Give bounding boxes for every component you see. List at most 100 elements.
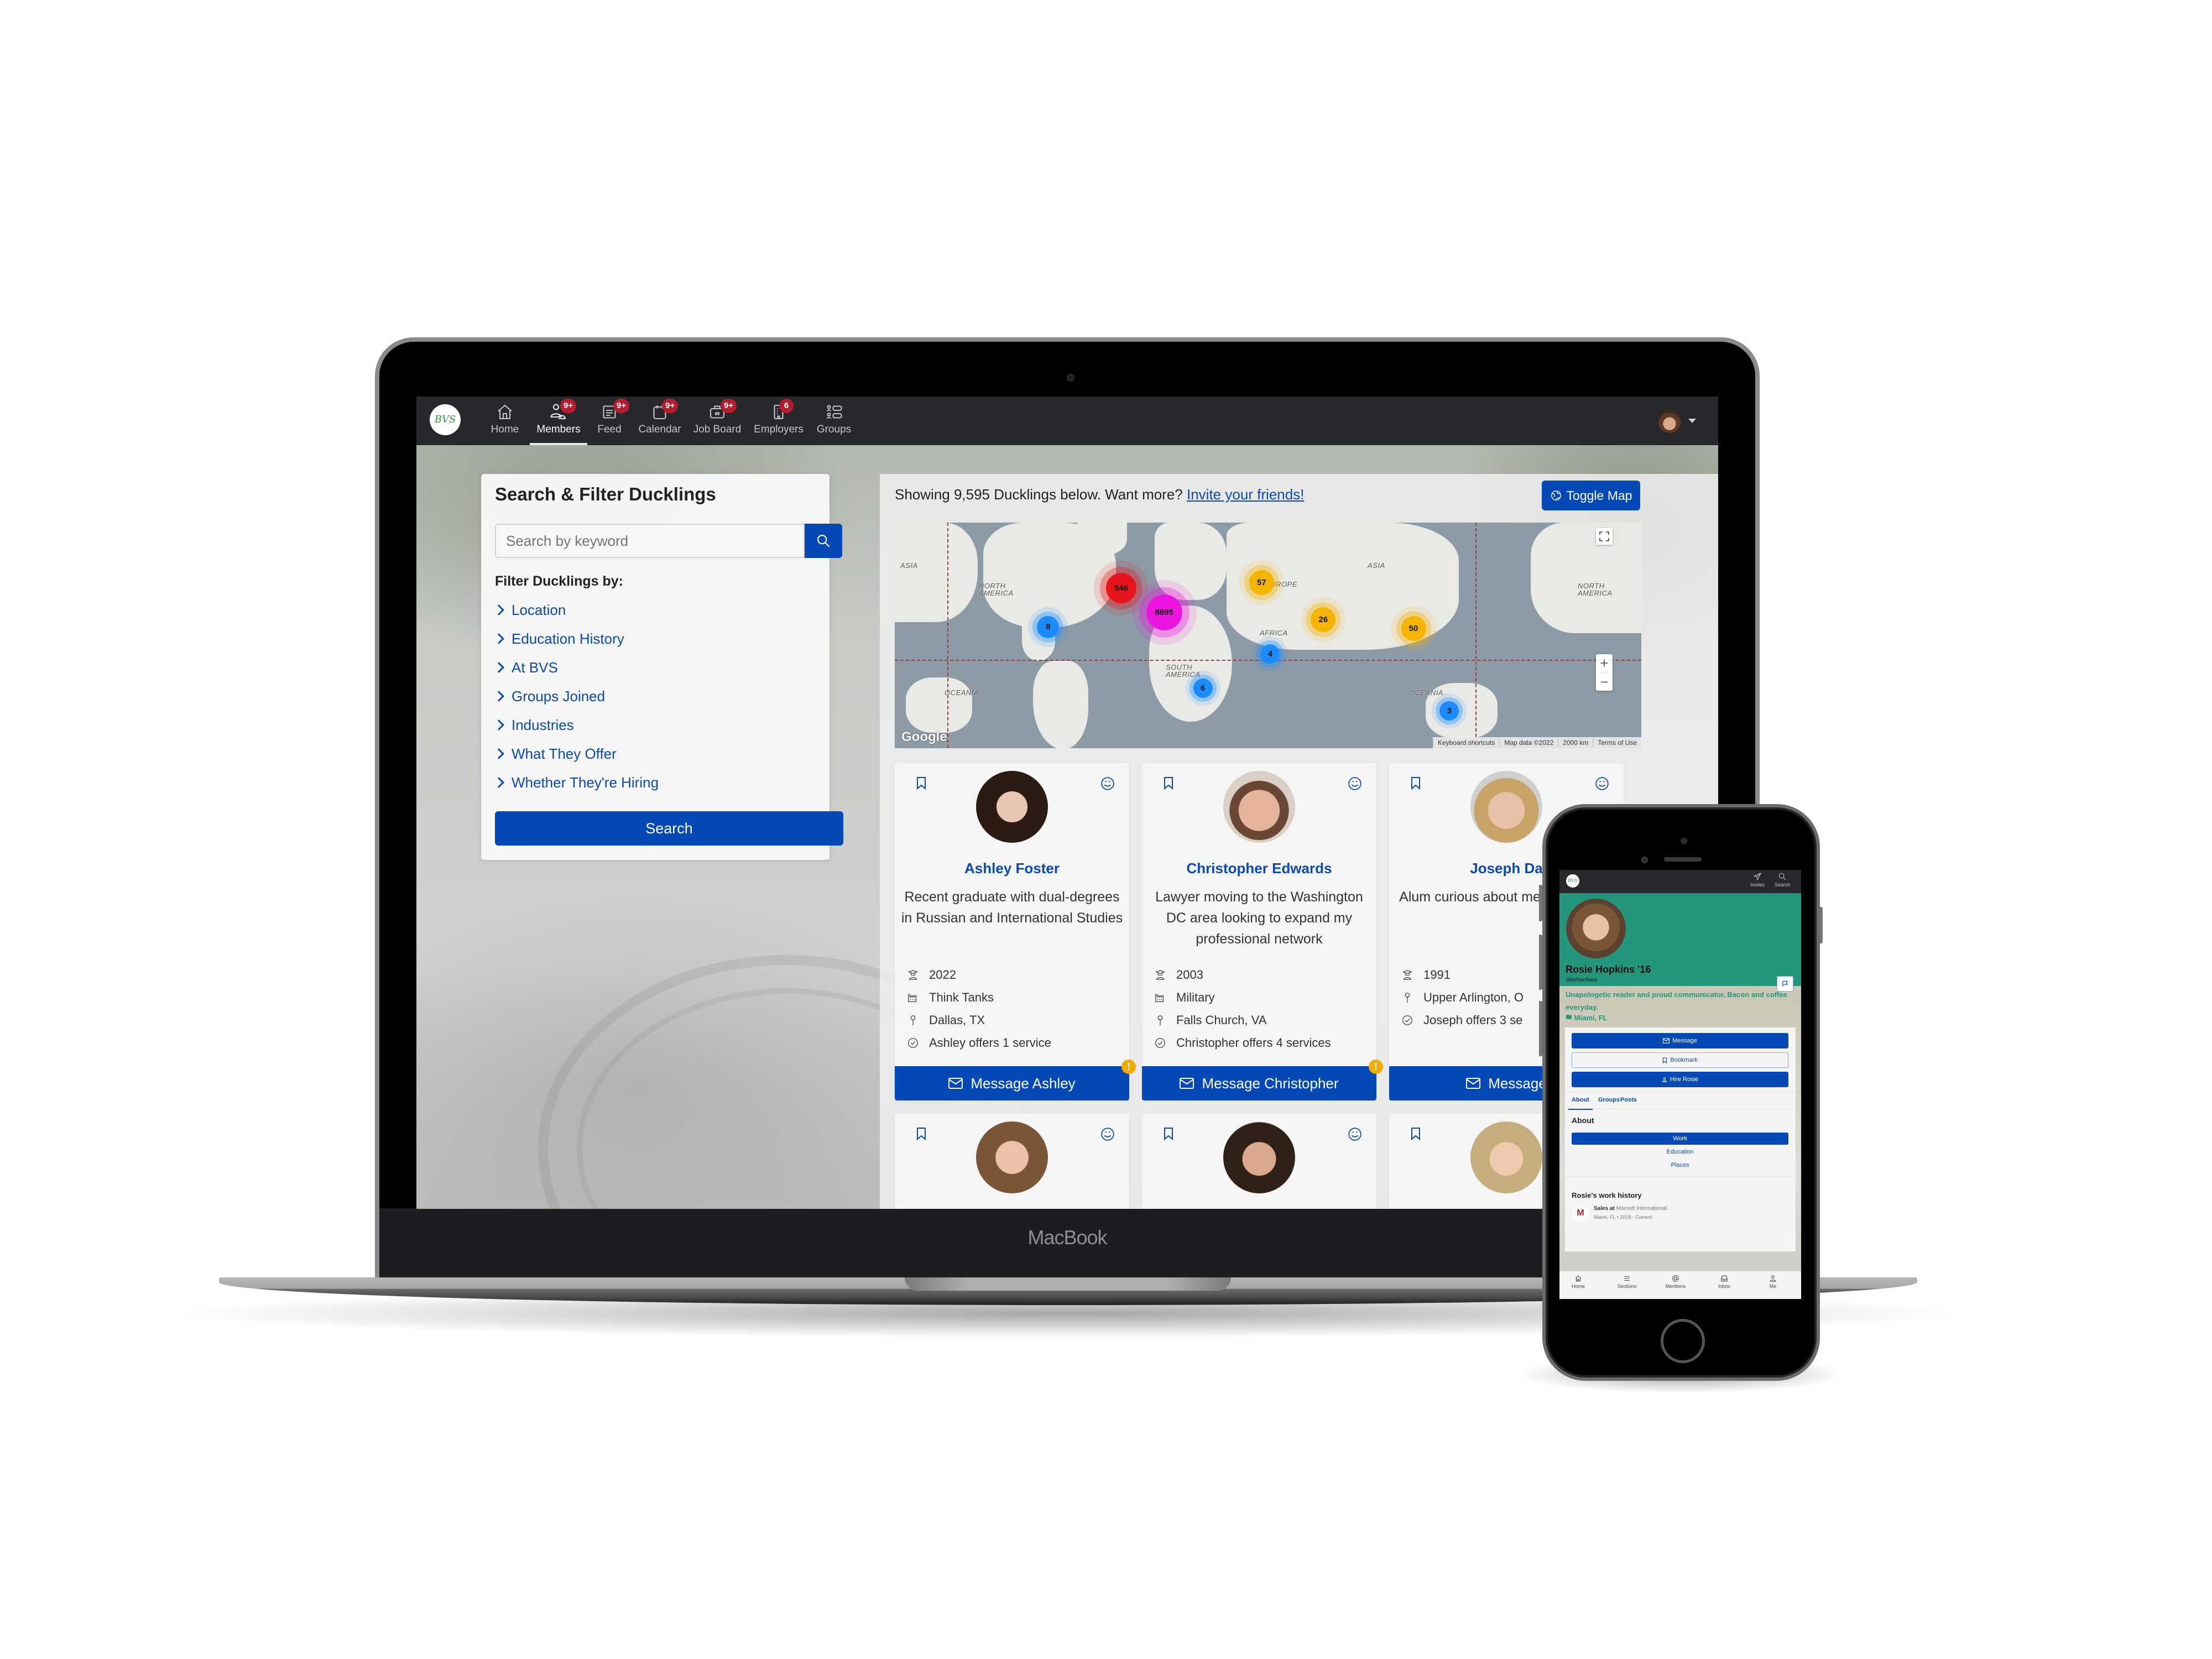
- search-icon: [1778, 873, 1786, 880]
- phone-search-button[interactable]: Search: [1772, 872, 1792, 888]
- smile-icon[interactable]: [1595, 776, 1609, 791]
- member-photo[interactable]: [1223, 771, 1295, 843]
- work-company[interactable]: Marriott International: [1616, 1206, 1667, 1212]
- about-section-work[interactable]: Work: [1572, 1133, 1788, 1145]
- hire-button[interactable]: Hire Rosie: [1572, 1072, 1788, 1087]
- member-photo[interactable]: [1470, 1121, 1542, 1193]
- tab-about[interactable]: About: [1568, 1097, 1593, 1110]
- map-land-oceania-left: [906, 677, 972, 733]
- user-avatar[interactable]: [1658, 410, 1681, 433]
- tabbar-me[interactable]: Me: [1756, 1275, 1790, 1289]
- nav-item-groups[interactable]: Groups: [810, 397, 858, 445]
- tabbar-home[interactable]: Home: [1562, 1275, 1595, 1289]
- profile-message-button[interactable]: Message: [1572, 1033, 1788, 1048]
- map-land-north-america-right: [1531, 523, 1641, 633]
- bookmark-icon[interactable]: [1410, 776, 1421, 790]
- keyboard-shortcuts-link[interactable]: Keyboard shortcuts: [1432, 739, 1499, 747]
- nav-item-employers[interactable]: Employers 6: [748, 397, 809, 445]
- tab-posts[interactable]: Posts: [1620, 1097, 1637, 1103]
- about-section-education[interactable]: Education: [1572, 1146, 1788, 1158]
- member-photo[interactable]: [1223, 1121, 1295, 1193]
- filter-education-history[interactable]: Education History: [493, 624, 659, 653]
- tabbar-label: Me: [1769, 1284, 1777, 1289]
- map-label-south-america: SOUTH AMERICA: [1166, 663, 1201, 679]
- filter-groups-joined[interactable]: Groups Joined: [493, 682, 659, 711]
- keyword-search-button[interactable]: [805, 524, 842, 558]
- member-card: [1142, 1114, 1376, 1209]
- map-cluster-marker[interactable]: 57: [1249, 570, 1274, 595]
- nav-label: Groups: [816, 424, 852, 435]
- nav-item-calendar[interactable]: Calendar 9+: [633, 397, 686, 445]
- members-map[interactable]: ASIA NORTH AMERICA EUROPE ASIA NORTH AME…: [895, 523, 1641, 748]
- map-label-oceania-right: OCEANIA: [1409, 688, 1444, 697]
- map-fullscreen-button[interactable]: [1596, 528, 1613, 545]
- member-name[interactable]: Christopher Edwards: [1142, 860, 1376, 877]
- phone-home-button[interactable]: [1661, 1319, 1705, 1363]
- profile-photo: [1566, 899, 1626, 958]
- filter-location[interactable]: Location: [493, 596, 659, 624]
- fact-text: Military: [1176, 990, 1215, 1004]
- member-photo[interactable]: [976, 771, 1048, 843]
- results-summary: Showing 9,595 Ducklings below. Want more…: [895, 486, 1304, 503]
- map-cluster-marker[interactable]: 8: [1037, 615, 1060, 638]
- message-member-button[interactable]: Message Ashley: [895, 1066, 1129, 1100]
- invite-friends-link[interactable]: Invite your friends!: [1187, 486, 1304, 503]
- map-cluster-marker[interactable]: 6: [1193, 679, 1213, 698]
- envelope-icon: [948, 1078, 963, 1089]
- phone-bottom-tabbar: Home Sections Mentions Inbox Me: [1559, 1271, 1801, 1299]
- map-cluster-marker[interactable]: 50: [1401, 615, 1426, 641]
- bookmark-icon[interactable]: [916, 776, 927, 790]
- search-button[interactable]: Search: [495, 811, 843, 846]
- keyword-search-input[interactable]: [495, 524, 805, 558]
- smile-icon[interactable]: [1100, 776, 1115, 791]
- notification-badge: 9+: [662, 399, 679, 413]
- tab-groups[interactable]: Groups: [1598, 1097, 1620, 1103]
- smile-icon[interactable]: [1100, 1127, 1115, 1141]
- flag-icon: [1782, 980, 1788, 987]
- bookmark-icon[interactable]: [1410, 1127, 1421, 1140]
- nav-item-feed[interactable]: Feed 9+: [589, 397, 630, 445]
- member-photo[interactable]: [1470, 771, 1542, 843]
- bvs-logo[interactable]: BVS: [430, 404, 461, 435]
- about-section-places[interactable]: Places: [1572, 1159, 1788, 1171]
- filter-at-bvs[interactable]: At BVS: [493, 653, 659, 682]
- nav-item-members[interactable]: Members 9+: [530, 397, 587, 445]
- nav-item-home[interactable]: Home: [483, 397, 527, 445]
- industry-icon: [1155, 994, 1164, 1002]
- chevron-down-icon[interactable]: [1688, 419, 1696, 423]
- search-icon: [817, 535, 830, 547]
- toggle-map-button[interactable]: Toggle Map: [1542, 481, 1640, 510]
- filter-label: Education History: [512, 630, 624, 647]
- filter-industries[interactable]: Industries: [493, 711, 659, 739]
- smile-icon[interactable]: [1348, 1127, 1362, 1141]
- member-industry: Military: [1154, 986, 1371, 1009]
- smile-icon[interactable]: [1348, 776, 1362, 791]
- fact-text: 1991: [1423, 967, 1451, 982]
- filter-whether-hiring[interactable]: Whether They're Hiring: [493, 768, 659, 797]
- map-cluster-marker[interactable]: 8895: [1146, 594, 1182, 631]
- profile-bookmark-button[interactable]: Bookmark: [1572, 1052, 1788, 1068]
- member-name[interactable]: Ashley Foster: [895, 860, 1129, 877]
- nav-item-job-board[interactable]: Job Board 9+: [688, 397, 746, 445]
- bookmark-icon[interactable]: [1163, 776, 1174, 790]
- bvs-logo[interactable]: BVS: [1566, 874, 1579, 888]
- tabbar-label: Sections: [1617, 1284, 1637, 1289]
- bookmark-icon[interactable]: [1163, 1127, 1174, 1140]
- filter-what-they-offer[interactable]: What They Offer: [493, 739, 659, 768]
- location-pin-icon: [1405, 992, 1410, 1003]
- chevron-right-icon: [493, 633, 504, 644]
- tabbar-inbox[interactable]: Inbox: [1708, 1275, 1741, 1289]
- map-zoom-in-button[interactable]: +: [1600, 654, 1608, 672]
- notification-badge: 9+: [560, 399, 577, 413]
- work-meta: Miami, FL • 2018 - Current: [1594, 1214, 1652, 1220]
- terms-of-use-link[interactable]: Terms of Use: [1593, 739, 1641, 747]
- member-photo[interactable]: [976, 1121, 1048, 1193]
- tabbar-mentions[interactable]: Mentions: [1659, 1275, 1692, 1289]
- message-member-button[interactable]: Message Christopher: [1142, 1066, 1376, 1100]
- tabbar-sections[interactable]: Sections: [1610, 1275, 1644, 1289]
- map-cluster-marker[interactable]: 546: [1105, 573, 1136, 604]
- map-zoom-out-button[interactable]: −: [1600, 672, 1609, 691]
- bookmark-icon[interactable]: [916, 1127, 927, 1140]
- invites-button[interactable]: Invites: [1747, 872, 1767, 888]
- nav-label: Employers: [754, 424, 804, 435]
